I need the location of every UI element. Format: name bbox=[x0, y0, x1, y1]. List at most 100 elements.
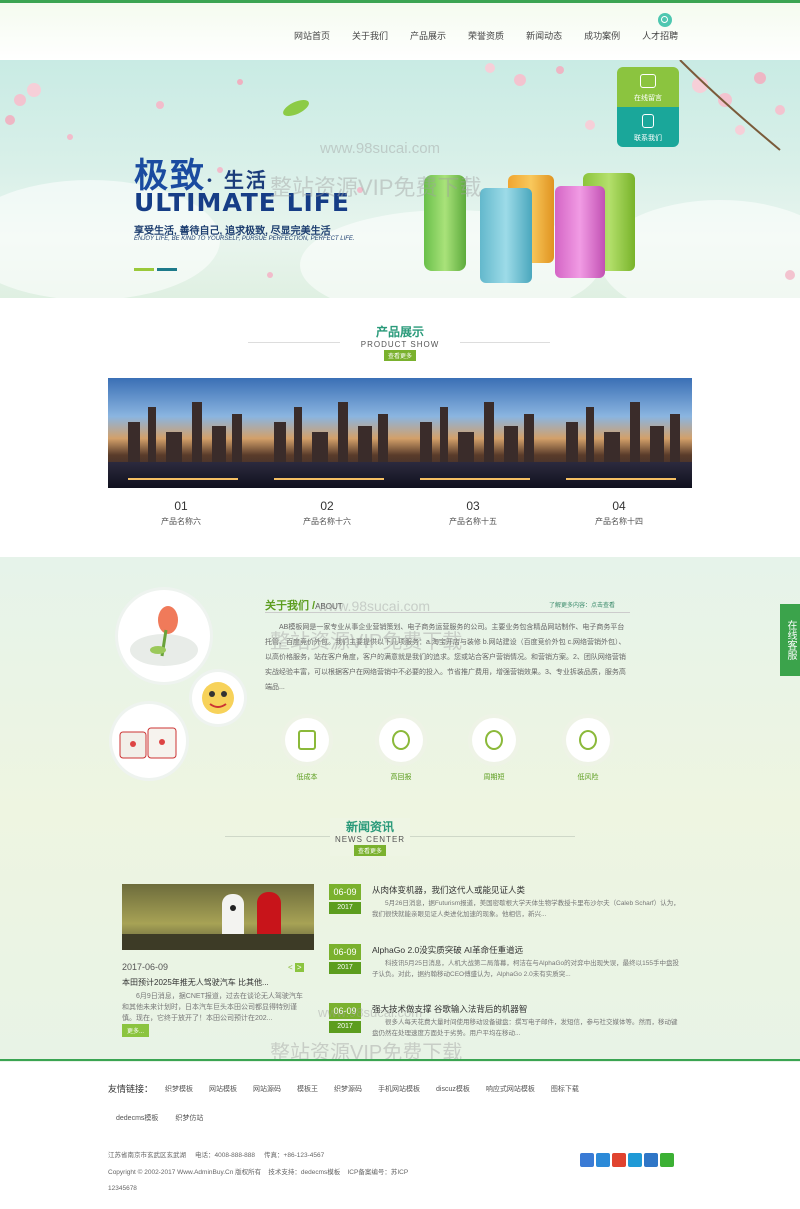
friend-link[interactable]: 图标下载 bbox=[551, 1084, 579, 1094]
friend-link[interactable]: 手机网站模板 bbox=[378, 1084, 420, 1094]
hero-banner: 极致· 生活 ULTIMATE LIFE 享受生活, 善待自己, 追求极致, 尽… bbox=[0, 60, 800, 298]
news-desc: 很多人每天花费大量时间使用移动设备键盘：撰写电子邮件，发短信，参与社交媒体等。然… bbox=[372, 1019, 678, 1037]
news-desc: 科技讯5月25日消息，人机大战第二局落幕，柯洁在与AlphaGo的对弈中出现失误… bbox=[372, 960, 679, 978]
friend-link[interactable]: 织梦模板 bbox=[165, 1084, 193, 1094]
news-title-cn: 新闻资讯 bbox=[345, 820, 394, 834]
friend-links-label: 友情链接： bbox=[108, 1084, 154, 1094]
news-featured-date: 2017-06-09 bbox=[122, 962, 169, 972]
product-name[interactable]: 产品名称六 bbox=[108, 516, 254, 527]
footer-copyright-line: Copyright © 2002-2017 Www.AdminBuy.Cn 版权… bbox=[108, 1169, 409, 1176]
product-image[interactable] bbox=[400, 378, 546, 488]
product-more-button[interactable]: 查看更多 bbox=[383, 350, 416, 361]
phone-icon bbox=[642, 114, 654, 128]
news-featured-title[interactable]: 本田预计2025年推无人驾驶汽车 比其他... bbox=[122, 977, 282, 988]
about-image-cups bbox=[112, 704, 186, 778]
online-message-button[interactable]: 在线留言 bbox=[617, 67, 679, 107]
news-featured-more-button[interactable]: 更多... bbox=[122, 1024, 150, 1037]
product-card[interactable]: 03 产品名称十五 bbox=[400, 378, 546, 527]
footer-icp-number[interactable]: 12345678 bbox=[108, 1185, 137, 1192]
banner-slogan-en: ENJOY LIFE, BE KIND TO YOURSELF, PURSUE … bbox=[134, 236, 355, 242]
nav-jobs[interactable]: 人才招聘 bbox=[642, 29, 678, 42]
product-image[interactable] bbox=[254, 378, 400, 488]
share-buttons bbox=[580, 1153, 676, 1167]
document-icon bbox=[285, 718, 329, 762]
friend-links-row2: dedecms模板 织梦仿站 bbox=[116, 1113, 218, 1123]
product-number: 01 bbox=[174, 499, 188, 513]
product-name[interactable]: 产品名称十四 bbox=[546, 516, 692, 527]
about-image-tulip bbox=[118, 590, 210, 682]
feature-short-cycle: 周期短 bbox=[464, 718, 524, 782]
product-section-title: 产品展示 PRODUCT SHOW 查看更多 bbox=[340, 323, 460, 361]
product-title-en: PRODUCT SHOW bbox=[360, 340, 440, 349]
share-more-icon[interactable] bbox=[580, 1153, 594, 1167]
nav-home[interactable]: 网站首页 bbox=[294, 29, 330, 42]
share-weibo-icon[interactable] bbox=[612, 1153, 626, 1167]
product-image[interactable] bbox=[546, 378, 692, 488]
product-number: 03 bbox=[466, 499, 480, 513]
product-card[interactable]: 01 产品名称六 bbox=[108, 378, 254, 527]
about-title: 关于我们 /ABOUT bbox=[265, 600, 343, 612]
friend-links: 织梦模板 网站模板 网站源码 模板王 织梦源码 手机网站模板 discuz模板 … bbox=[165, 1084, 625, 1116]
product-card[interactable]: 02 产品名称十六 bbox=[254, 378, 400, 527]
search-icon[interactable] bbox=[658, 13, 672, 27]
product-name[interactable]: 产品名称十五 bbox=[400, 516, 546, 527]
feature-low-risk: 低风险 bbox=[558, 718, 618, 782]
blossom-decoration bbox=[5, 60, 795, 280]
nav-news[interactable]: 新闻动态 bbox=[526, 29, 562, 42]
product-image[interactable] bbox=[108, 378, 254, 488]
product-cup-green-clear bbox=[424, 175, 466, 271]
friend-link[interactable]: 模板王 bbox=[297, 1084, 318, 1094]
friend-link[interactable]: discuz模板 bbox=[436, 1084, 470, 1094]
friend-link[interactable]: dedecms模板 bbox=[116, 1115, 158, 1122]
news-section-title: 新闻资讯 NEWS CENTER 查看更多 bbox=[330, 818, 410, 856]
clock-icon bbox=[472, 718, 516, 762]
product-title-cn: 产品展示 bbox=[375, 325, 424, 339]
news-day: 06-09 bbox=[329, 1003, 361, 1019]
share-renren-icon[interactable] bbox=[644, 1153, 658, 1167]
product-number: 04 bbox=[612, 499, 626, 513]
banner-slide-indicators[interactable] bbox=[134, 262, 180, 274]
footer-divider bbox=[0, 1059, 800, 1061]
news-title[interactable]: 强大技术做支撑 谷歌输入法背后的机器智 bbox=[372, 1003, 527, 1015]
nav-products[interactable]: 产品展示 bbox=[410, 29, 446, 42]
product-number: 02 bbox=[320, 499, 334, 513]
news-featured-desc: 6月9日消息，据CNET报道，过去在谈论无人驾驶汽车和其他未来计划时，日本汽车巨… bbox=[122, 993, 303, 1022]
news-title[interactable]: 从肉体变机器，我们这代人或能见证人类 bbox=[372, 884, 525, 896]
news-title[interactable]: AlphaGo 2.0没实质突破 AI革命任重道远 bbox=[372, 944, 523, 956]
news-year: 2017 bbox=[329, 962, 361, 974]
news-day: 06-09 bbox=[329, 884, 361, 900]
feature-high-return: 高回报 bbox=[371, 718, 431, 782]
friend-link[interactable]: 网站模板 bbox=[209, 1084, 237, 1094]
contact-us-button[interactable]: 联系我们 bbox=[617, 107, 679, 147]
about-divider bbox=[265, 612, 630, 613]
news-year: 2017 bbox=[329, 902, 361, 914]
news-carousel-arrows[interactable]: < > bbox=[288, 963, 304, 972]
friend-link[interactable]: 织梦仿站 bbox=[175, 1115, 203, 1122]
footer-contact-line: 江苏省南京市玄武区玄武湖 电话：4008-888-888 传真：+86-123-… bbox=[108, 1152, 325, 1159]
product-card[interactable]: 04 产品名称十四 bbox=[546, 378, 692, 527]
online-service-side-tab[interactable]: 在线客服 bbox=[780, 604, 800, 676]
news-desc: 5月26日消息，据Futurism报道，美国密歇根大学天体生物学教授卡里布沙尔夫… bbox=[372, 900, 680, 918]
about-text: AB模板网是一家专业从事企业营销策划、电子商务运营服务的公司。主要业务包含精品网… bbox=[265, 624, 626, 691]
news-year: 2017 bbox=[329, 1021, 361, 1033]
nav-honors[interactable]: 荣誉资质 bbox=[468, 29, 504, 42]
about-image-toy bbox=[192, 672, 244, 724]
nav-about[interactable]: 关于我们 bbox=[352, 29, 388, 42]
friend-link[interactable]: 响应式网站模板 bbox=[486, 1084, 535, 1094]
umbrella-icon bbox=[566, 718, 610, 762]
share-tencent-icon[interactable] bbox=[628, 1153, 642, 1167]
money-bag-icon bbox=[379, 718, 423, 762]
friend-link[interactable]: 织梦源码 bbox=[334, 1084, 362, 1094]
nav-cases[interactable]: 成功案例 bbox=[584, 29, 620, 42]
about-more-link[interactable]: 了解更多内容：点击查看 bbox=[549, 600, 615, 609]
news-featured-image[interactable] bbox=[122, 884, 314, 950]
news-more-button[interactable]: 查看更多 bbox=[353, 845, 386, 856]
product-cup-blue bbox=[480, 188, 532, 283]
news-day: 06-09 bbox=[329, 944, 361, 960]
main-nav: 网站首页 关于我们 产品展示 荣誉资质 新闻动态 成功案例 人才招聘 bbox=[294, 29, 700, 42]
floating-contact-panel: 在线留言 联系我们 bbox=[617, 67, 679, 147]
product-name[interactable]: 产品名称十六 bbox=[254, 516, 400, 527]
share-qzone-icon[interactable] bbox=[596, 1153, 610, 1167]
share-wechat-icon[interactable] bbox=[660, 1153, 674, 1167]
friend-link[interactable]: 网站源码 bbox=[253, 1084, 281, 1094]
